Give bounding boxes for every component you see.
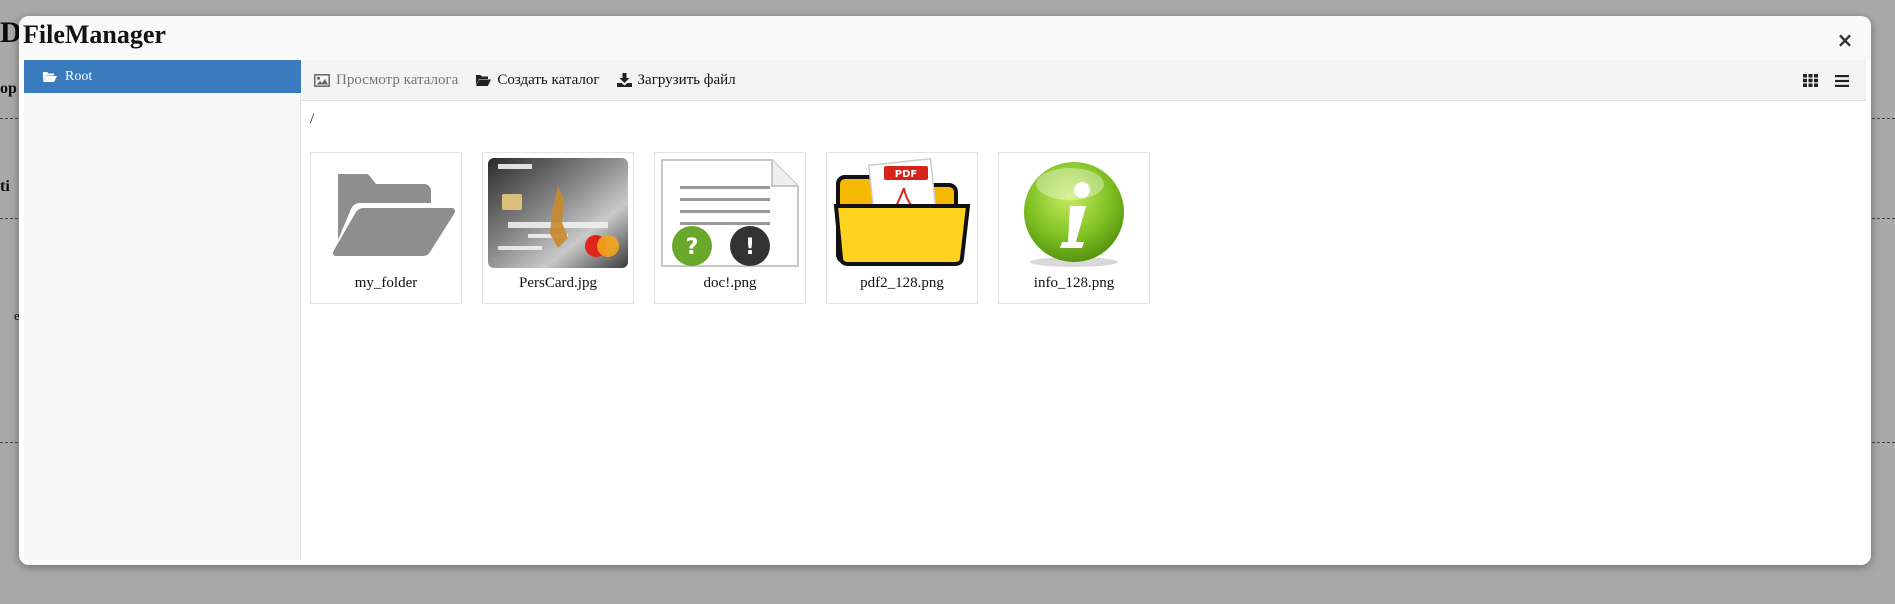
toolbar: Просмотр каталога Создать каталог Загруз… <box>301 60 1866 101</box>
upload-file-label: Загрузить файл <box>637 71 736 88</box>
create-catalog-button[interactable]: Создать каталог <box>475 71 600 89</box>
grid-view-button[interactable] <box>1794 74 1826 87</box>
file-tile-info[interactable]: info_128.png <box>998 152 1150 304</box>
list-view-button[interactable] <box>1826 74 1858 87</box>
file-tile-doc[interactable]: ? ! doc!.png <box>654 152 806 304</box>
grid-view-icon <box>1802 74 1818 87</box>
document-thumbnail: ? ! <box>660 158 800 268</box>
pdf-folder-thumbnail: PDF <box>832 158 972 268</box>
sidebar-item-label: Root <box>65 68 93 84</box>
folder-open-icon <box>43 71 57 82</box>
info-icon <box>1004 158 1144 268</box>
image-icon <box>314 73 330 87</box>
view-catalog-button[interactable]: Просмотр каталога <box>314 72 458 89</box>
file-name: info_128.png <box>1033 275 1115 291</box>
file-tile-perscard[interactable]: PersCard.jpg <box>482 152 634 304</box>
view-catalog-label: Просмотр каталога <box>336 71 459 88</box>
close-button[interactable]: × <box>1835 30 1855 50</box>
download-icon <box>616 73 632 87</box>
folder-open-icon <box>476 74 492 86</box>
file-tile-pdf[interactable]: PDF pdf2_128.png <box>826 152 978 304</box>
dialog-title: FileManager <box>23 20 166 49</box>
folder-tree-sidebar: Root <box>24 60 301 560</box>
create-catalog-label: Создать каталог <box>497 71 600 88</box>
file-name: PersCard.jpg <box>519 275 597 291</box>
credit-card-thumbnail <box>488 158 628 268</box>
file-browser-pane: Просмотр каталога Создать каталог Загруз… <box>301 60 1866 560</box>
svg-text:!: ! <box>745 235 755 260</box>
view-toggles <box>1794 60 1858 101</box>
sidebar-item-root[interactable]: Root <box>24 60 301 93</box>
current-path: / <box>310 111 315 127</box>
file-name: doc!.png <box>703 275 757 291</box>
svg-text:PDF: PDF <box>895 169 917 180</box>
file-tile-my-folder[interactable]: my_folder <box>310 152 462 304</box>
file-grid: my_folder PersCard.jpg ? ! doc!.png PDF … <box>310 152 1170 304</box>
file-manager-dialog: FileManager × Root Просмотр каталога Соз… <box>19 16 1871 565</box>
file-name: my_folder <box>354 275 418 291</box>
upload-file-button[interactable]: Загрузить файл <box>616 71 736 89</box>
svg-text:?: ? <box>686 235 699 260</box>
dialog-header: FileManager × <box>19 16 1871 60</box>
file-name: pdf2_128.png <box>860 275 944 291</box>
folder-icon <box>316 158 456 268</box>
list-view-icon <box>1835 74 1849 87</box>
